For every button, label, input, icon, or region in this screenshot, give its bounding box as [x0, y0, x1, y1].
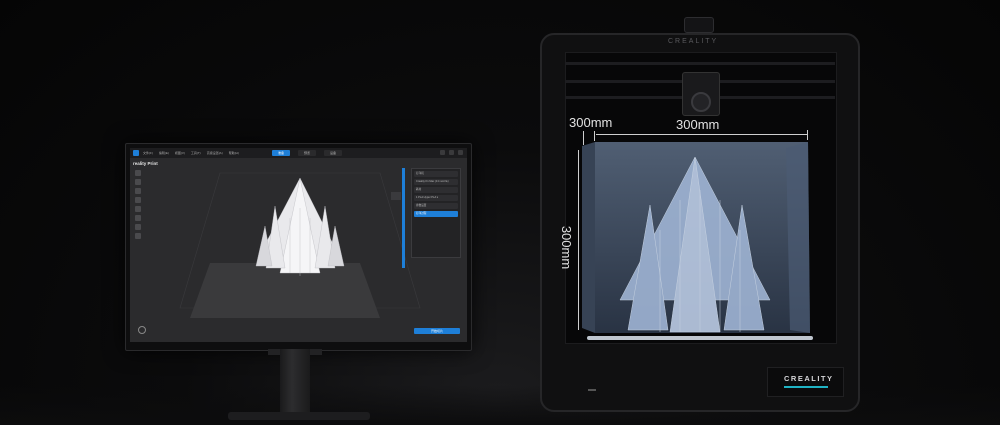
build-volume-graphic: [582, 142, 810, 333]
build-volume-cube-side: [582, 142, 595, 333]
height-dimension-line: [578, 150, 579, 330]
build-plate-edge: [587, 336, 813, 340]
height-label: 300mm: [559, 225, 575, 270]
width-label: 300mm: [676, 117, 720, 132]
width-dimension-line: [596, 134, 808, 135]
brand-accent-bar: [784, 386, 828, 388]
depth-tick-left: [583, 131, 584, 145]
depth-label: 300mm: [569, 115, 613, 130]
printer-front-brand: CREALITY: [784, 374, 834, 383]
depth-tick-right: [594, 131, 595, 141]
build-volume-cube-inner: [786, 142, 810, 333]
width-tick-right: [807, 130, 808, 140]
status-led: [588, 389, 596, 391]
